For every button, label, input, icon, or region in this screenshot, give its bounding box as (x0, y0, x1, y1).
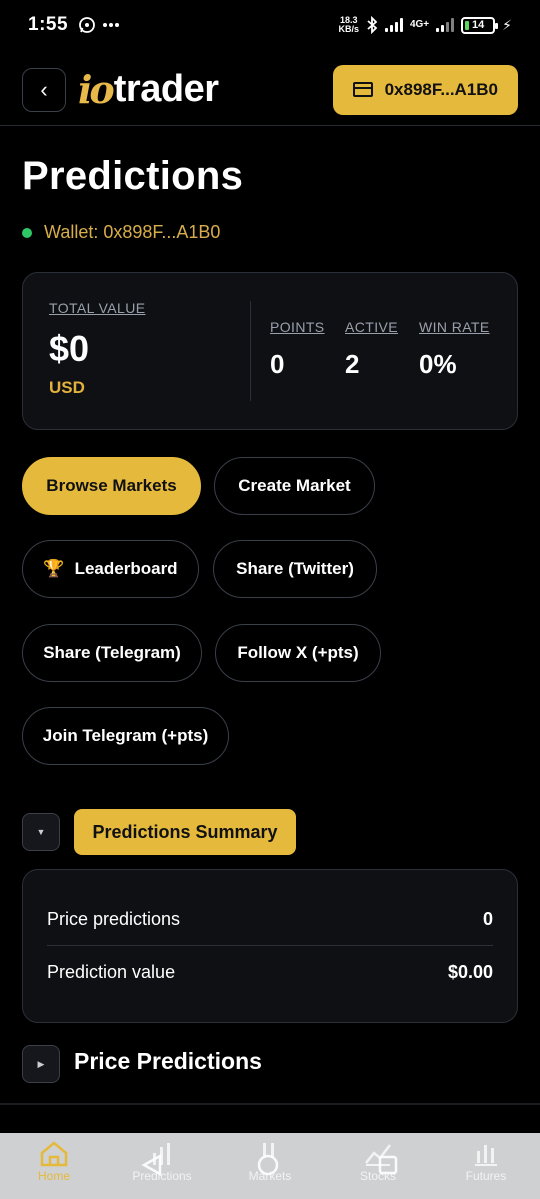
wallet-button[interactable]: 0x898F...A1B0 (332, 64, 518, 115)
nav-futures[interactable]: Futures (432, 1133, 540, 1199)
bluetooth-icon (367, 16, 378, 34)
home-icon (40, 1141, 68, 1167)
price-predictions-title: Price Predictions (74, 1048, 262, 1074)
wallet-card-icon (352, 82, 373, 97)
status-time: 1:55 (28, 14, 69, 35)
battery-icon: 14 (461, 16, 499, 34)
logo-mark: io (78, 67, 115, 112)
stat-points: POINTS 0 (270, 319, 325, 379)
whatsapp-icon (79, 17, 95, 33)
create-market-button[interactable]: Create Market (214, 457, 375, 515)
status-bar: 1:55 18.3 KB/s 4G+ 14 ⚡ (0, 0, 540, 50)
stat-active: ACTIVE 2 (345, 319, 398, 379)
wallet-status: Wallet: 0x898F...A1B0 (22, 222, 220, 243)
join-telegram-button[interactable]: Join Telegram (+pts) (22, 707, 229, 765)
browse-markets-button[interactable]: Browse Markets (22, 457, 201, 515)
triangle-right-icon: ▶ (37, 1058, 45, 1069)
stat-win-rate: WIN RATE 0% (419, 319, 490, 379)
summary-row: Price predictions 0 (47, 894, 493, 946)
price-predictions-expand-toggle[interactable]: ▶ (22, 1045, 60, 1083)
back-button[interactable]: ‹ (22, 67, 66, 112)
chevron-left-icon: ‹ (40, 76, 48, 102)
system-recents-icon[interactable] (376, 1153, 400, 1177)
signal-icon (384, 18, 403, 32)
predictions-summary-card: Price predictions 0 Prediction value $0.… (22, 869, 518, 1023)
currency-label: USD (49, 378, 85, 397)
summary-row: Prediction value $0.00 (47, 961, 493, 982)
triangle-down-icon: ▼ (36, 827, 46, 837)
network-type: 4G+ (409, 19, 430, 30)
network-speed: 18.3 KB/s (338, 15, 359, 34)
page-title: Predictions (22, 154, 244, 198)
total-value: $0 (49, 328, 90, 369)
charging-icon: ⚡ (502, 16, 512, 33)
total-value-label[interactable]: TOTAL VALUE (49, 300, 145, 316)
nav-home[interactable]: Home (0, 1133, 108, 1199)
app-logo[interactable]: io trader (78, 67, 219, 112)
more-dots-icon (103, 23, 120, 27)
portfolio-summary-card: TOTAL VALUE $0 USD POINTS 0 ACTIVE 2 WIN… (22, 272, 518, 430)
separator (0, 1103, 540, 1105)
app-header: ‹ io trader 0x898F...A1B0 (0, 54, 540, 126)
share-telegram-button[interactable]: Share (Telegram) (22, 624, 202, 682)
summary-collapse-toggle[interactable]: ▼ (22, 813, 60, 851)
system-back-icon[interactable] (140, 1153, 164, 1177)
logo-text: trader (113, 68, 219, 110)
predictions-summary-button[interactable]: Predictions Summary (74, 809, 296, 855)
leaderboard-button[interactable]: 🏆 Leaderboard (22, 540, 199, 598)
follow-x-button[interactable]: Follow X (+pts) (215, 624, 381, 682)
trophy-icon: 🏆 (43, 559, 65, 578)
share-twitter-button[interactable]: Share (Twitter) (213, 540, 377, 598)
signal-2-icon (436, 18, 455, 32)
futures-icon (475, 1145, 497, 1166)
system-home-icon[interactable] (256, 1153, 280, 1177)
online-dot-icon (22, 227, 32, 238)
divider (250, 301, 251, 401)
